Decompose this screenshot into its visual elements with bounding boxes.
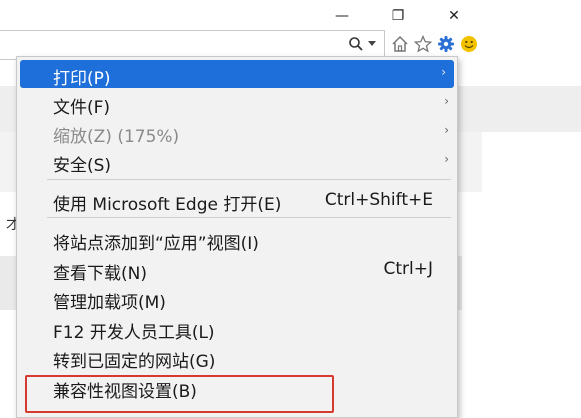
home-button[interactable]: [390, 34, 410, 54]
menu-item-label: 安全(S): [53, 156, 112, 176]
minimize-icon: —: [335, 8, 349, 24]
favorites-star-icon: [414, 35, 432, 53]
menu-item-pinned-sites[interactable]: 转到已固定的网站(G): [17, 343, 457, 372]
submenu-arrow-icon: ›: [444, 123, 449, 137]
home-icon: [392, 35, 408, 52]
close-button[interactable]: ✕: [434, 4, 474, 28]
menu-item-label: 查看下载(N): [53, 264, 147, 284]
close-icon: ✕: [448, 8, 460, 24]
submenu-arrow-icon: ›: [444, 152, 449, 166]
menu-item-label: 使用 Microsoft Edge 打开(E): [53, 195, 282, 215]
menu-item-open-with-edge[interactable]: 使用 Microsoft Edge 打开(E) Ctrl+Shift+E: [17, 186, 457, 215]
tools-menu: 打印(P) › 文件(F) › 缩放(Z) (175%) › 安全(S) › 使…: [16, 56, 458, 418]
search-button[interactable]: [346, 33, 366, 55]
menu-item-shortcut: Ctrl+J: [383, 259, 433, 279]
search-icon: [349, 37, 363, 51]
restore-button[interactable]: ❐: [378, 4, 418, 28]
minimize-button[interactable]: —: [322, 4, 362, 28]
menu-item-label: 将站点添加到“应用”视图(I): [53, 234, 259, 254]
menu-separator: [47, 179, 451, 180]
restore-icon: ❐: [391, 8, 405, 24]
dropdown-arrow-icon: [368, 41, 376, 46]
menu-separator: [47, 217, 451, 218]
menu-item-label: 管理加载项(M): [53, 293, 166, 313]
menu-item-zoom: 缩放(Z) (175%) ›: [17, 118, 457, 147]
annotation-highlight-box: [25, 375, 334, 413]
settings-gear-icon: [438, 36, 454, 52]
menu-item-shortcut: Ctrl+Shift+E: [324, 190, 433, 210]
menu-item-add-site-to-apps[interactable]: 将站点添加到“应用”视图(I): [17, 225, 457, 254]
title-bar: [0, 0, 581, 32]
submenu-arrow-icon: ›: [444, 94, 449, 108]
submenu-arrow-icon: ›: [441, 65, 446, 79]
menu-item-label: F12 开发人员工具(L): [53, 323, 215, 343]
menu-item-manage-addons[interactable]: 管理加载项(M): [17, 284, 457, 313]
menu-item-label: 打印(P): [53, 69, 111, 89]
tools-button[interactable]: [436, 34, 456, 54]
menu-item-label: 缩放(Z) (175%): [53, 127, 180, 147]
menu-item-print[interactable]: 打印(P) ›: [20, 60, 454, 89]
menu-item-safety[interactable]: 安全(S) ›: [17, 147, 457, 176]
menu-item-developer-tools[interactable]: F12 开发人员工具(L): [17, 314, 457, 343]
menu-item-label: 文件(F): [53, 98, 111, 118]
menu-item-view-downloads[interactable]: 查看下载(N) Ctrl+J: [17, 255, 457, 284]
menu-item-file[interactable]: 文件(F) ›: [17, 89, 457, 118]
menu-item-label: 转到已固定的网站(G): [53, 352, 216, 372]
favorites-button[interactable]: [413, 34, 433, 54]
feedback-button[interactable]: [459, 34, 479, 54]
smiley-feedback-icon: [461, 36, 477, 52]
address-dropdown-button[interactable]: [366, 33, 378, 55]
